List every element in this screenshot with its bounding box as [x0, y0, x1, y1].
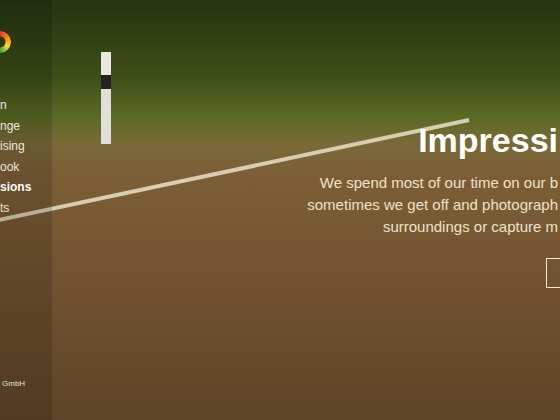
sidebar: nngeisingooksionsts GmbH — [0, 0, 52, 420]
hero-text-line: sometimes we get off and photograph — [307, 194, 558, 216]
nav: nngeisingooksionsts — [0, 95, 52, 218]
hero-button[interactable] — [546, 258, 560, 288]
hero-text-line: We spend most of our time on our b — [320, 172, 558, 194]
nav-item[interactable]: sions — [0, 177, 52, 198]
page: nngeisingooksionsts GmbH Impressi We spend … — [0, 0, 560, 420]
hero-text: We spend most of our time on our bsometi… — [307, 172, 558, 238]
hero-title: Impressi — [418, 118, 558, 162]
logo-icon[interactable] — [0, 31, 11, 53]
nav-item[interactable]: ook — [0, 157, 52, 178]
hero-text-line: surroundings or capture m — [383, 216, 558, 238]
nav-item[interactable]: n — [0, 95, 52, 116]
nav-item[interactable]: ising — [0, 136, 52, 157]
road-post — [101, 52, 111, 144]
hero: Impressi We spend most of our time on our… — [52, 0, 560, 420]
footer-text: GmbH — [0, 379, 52, 388]
nav-item[interactable]: nge — [0, 116, 52, 137]
nav-item[interactable]: ts — [0, 198, 52, 219]
